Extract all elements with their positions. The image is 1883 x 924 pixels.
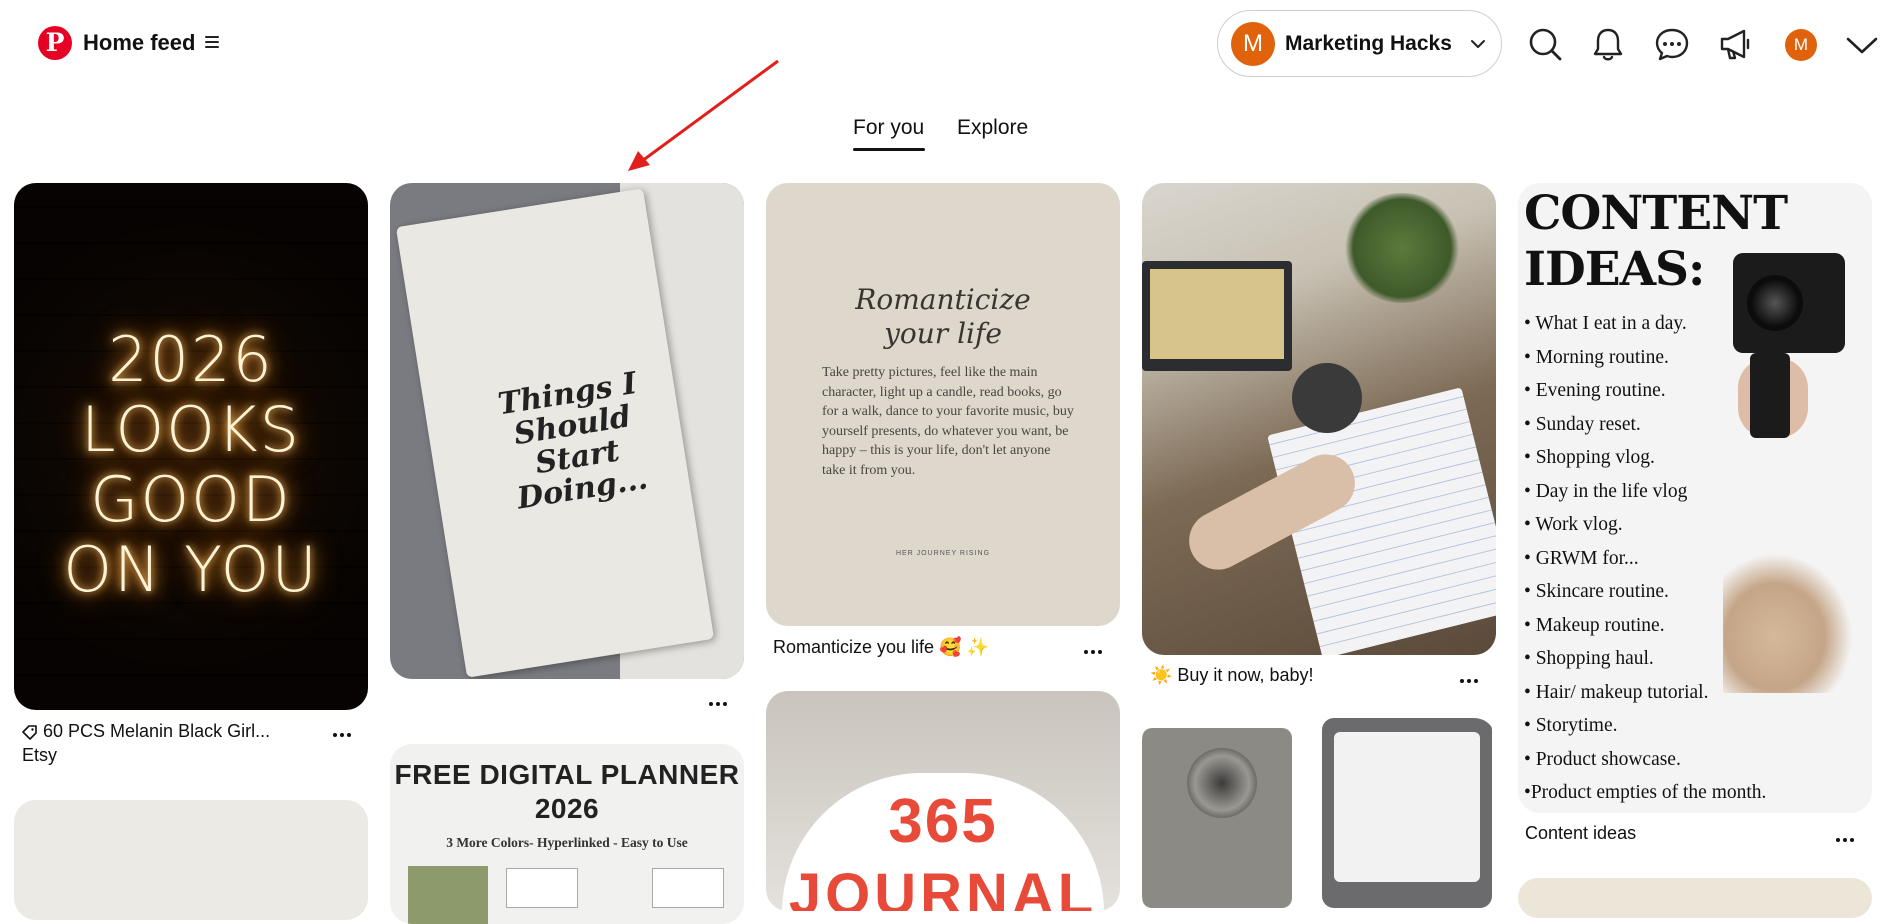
list-item: • Morning routine.	[1524, 346, 1669, 368]
pin-title[interactable]: ☀️ Buy it now, baby!	[1150, 665, 1314, 686]
pin-card-365-journal[interactable]: 365 JOURNAL	[766, 691, 1120, 911]
neon-text-line: 2026	[108, 323, 274, 396]
bell-icon[interactable]	[1590, 26, 1626, 62]
pin-card-desk-photo[interactable]	[1142, 183, 1496, 655]
list-item: • Makeup routine.	[1524, 614, 1665, 636]
list-item: • Skincare routine.	[1524, 581, 1669, 602]
search-icon[interactable]	[1527, 26, 1563, 62]
more-options-button[interactable]	[1084, 648, 1106, 656]
tag-icon	[22, 725, 37, 740]
calendar-thumbnail	[652, 868, 724, 908]
profile-avatar[interactable]: M	[1785, 29, 1817, 61]
neon-text-line: GOOD	[90, 463, 292, 536]
top-header: P Home feed M Marketing Hacks M	[0, 0, 1883, 90]
pin-card-romanticize[interactable]: Romanticize your life Take pretty pictur…	[766, 183, 1120, 626]
quote-heading: Romanticize your life	[766, 283, 1120, 351]
quote-heading-line: Romanticize	[855, 283, 1031, 316]
pin-card-digital-planner[interactable]: FREE DIGITAL PLANNER 2026 3 More Colors-…	[390, 744, 744, 924]
list-item: • Evening routine.	[1524, 380, 1666, 401]
pin-card-partial[interactable]	[14, 800, 368, 920]
megaphone-icon[interactable]	[1718, 26, 1754, 62]
laptop-image	[1142, 261, 1292, 371]
list-item: • Storytime.	[1524, 715, 1618, 736]
account-switcher-button[interactable]: M Marketing Hacks	[1217, 10, 1502, 77]
chevron-down-icon[interactable]	[1845, 26, 1879, 62]
quote-body: Take pretty pictures, feel like the main…	[822, 365, 1074, 478]
more-options-button[interactable]	[709, 700, 731, 708]
annotation-arrow	[628, 59, 779, 171]
pin-source[interactable]: Etsy	[22, 745, 57, 766]
list-item: • Shopping haul.	[1524, 648, 1654, 669]
planner-heading-line: FREE DIGITAL PLANNER	[394, 759, 740, 790]
list-item: • What I eat in a day.	[1524, 313, 1687, 334]
list-item: • Sunday reset.	[1524, 413, 1641, 435]
pin-card-content-ideas[interactable]: CONTENT IDEAS: • What I eat in a day. • …	[1518, 183, 1872, 813]
heading-line: CONTENT	[1524, 186, 1788, 241]
more-options-button[interactable]	[1460, 677, 1482, 685]
doodle-heading: Things I Should Start Doing...	[495, 365, 651, 517]
list-item: • GRWM for...	[1524, 547, 1639, 569]
quote-heading-line: your life	[884, 317, 1002, 350]
tab-explore[interactable]: Explore	[957, 116, 1028, 140]
calendar-thumbnail	[506, 868, 578, 908]
digital-camera-image	[1142, 728, 1292, 908]
pin-card-notebook[interactable]: Things I Should Start Doing...	[390, 183, 744, 679]
journal-number: 365	[888, 787, 998, 856]
messages-icon[interactable]	[1654, 26, 1690, 62]
menu-icon[interactable]	[205, 36, 221, 49]
journal-word: JOURNAL	[788, 862, 1098, 911]
list-item: • Day in the life vlog	[1524, 480, 1688, 502]
camera-screen-image	[1322, 718, 1492, 908]
feed-tabs: For you Explore	[0, 116, 1883, 156]
list-item: • Hair/ makeup tutorial.	[1524, 681, 1709, 703]
pin-card-camera[interactable]	[1142, 718, 1496, 918]
neon-text-line: ON YOU	[63, 533, 319, 606]
pin-title[interactable]: Content ideas	[1525, 823, 1636, 844]
pin-title[interactable]: 60 PCS Melanin Black Girl...	[43, 721, 270, 742]
active-tab-indicator	[853, 148, 925, 151]
page-title: Home feed	[83, 30, 196, 55]
account-avatar: M	[1231, 22, 1275, 66]
list-item: • Work vlog.	[1524, 514, 1623, 535]
ideas-list: • What I eat in a day. • Morning routine…	[1524, 307, 1766, 810]
cup-image	[1292, 363, 1362, 433]
chevron-down-icon	[1471, 40, 1485, 48]
pin-card-neon[interactable]: 2026 LOOKS GOOD ON YOU	[14, 183, 368, 710]
more-options-button[interactable]	[1836, 836, 1858, 844]
quote-footer: HER JOURNEY RISING	[895, 550, 991, 557]
planner-tagline: 3 More Colors- Hyperlinked - Easy to Use	[446, 835, 688, 850]
pin-card-partial[interactable]	[1518, 878, 1872, 918]
planner-heading-line: 2026	[534, 793, 600, 824]
list-item: • Shopping vlog.	[1524, 447, 1655, 468]
color-swatch	[408, 866, 488, 924]
list-item: • Product showcase.	[1524, 748, 1681, 770]
pinterest-logo-icon[interactable]: P	[38, 26, 72, 60]
plant-image	[1342, 193, 1462, 303]
tab-for-you[interactable]: For you	[853, 116, 924, 140]
planner-heading: FREE DIGITAL PLANNER 2026	[390, 758, 744, 826]
more-options-button[interactable]	[333, 731, 355, 739]
neon-text-line: LOOKS	[81, 393, 301, 466]
list-item: •Product empties of the month.	[1524, 782, 1767, 803]
account-name: Marketing Hacks	[1285, 32, 1452, 55]
pin-title[interactable]: Romanticize you life 🥰 ✨	[773, 637, 989, 658]
